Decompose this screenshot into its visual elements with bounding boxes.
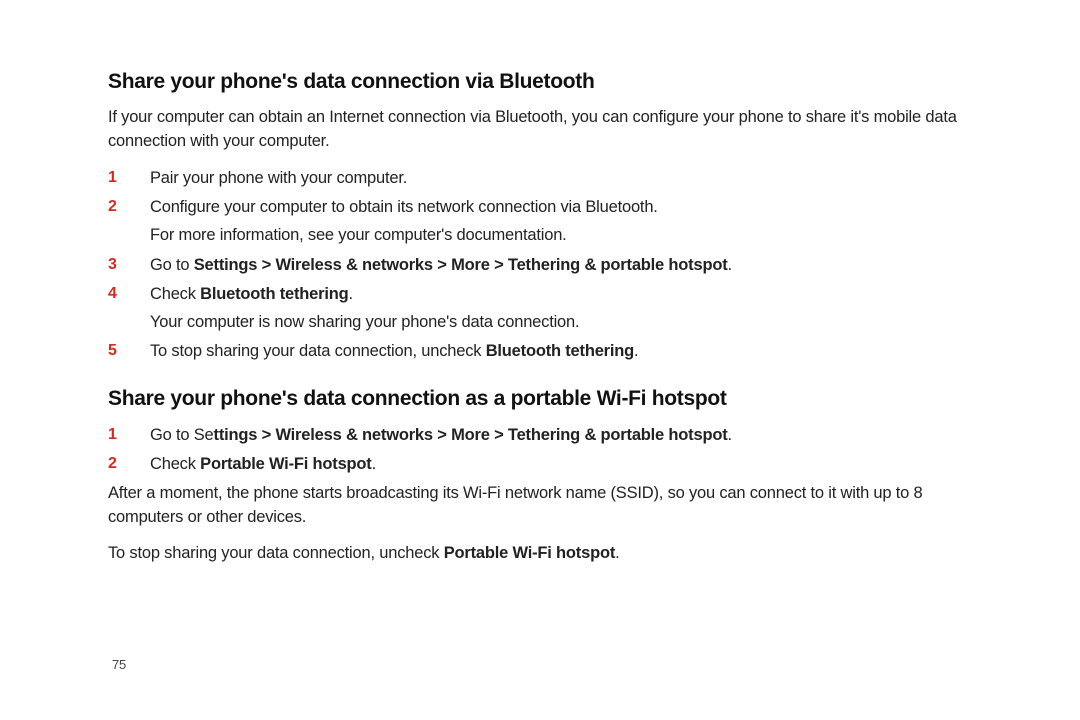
step-text: Check Portable Wi-Fi hotspot. [150,452,972,478]
section-heading-wifi-hotspot: Share your phone's data connection as a … [108,387,972,411]
section2-step1: 1 Go to Settings > Wireless & networks >… [108,423,972,449]
step-number: 1 [108,166,150,191]
step-text: Go to Settings > Wireless & networks > M… [150,253,972,279]
section1-step2: 2 Configure your computer to obtain its … [108,195,972,221]
s2-step2-bold: Portable Wi-Fi hotspot [200,455,371,473]
section2-step2: 2 Check Portable Wi-Fi hotspot. [108,452,972,478]
section1-step3: 3 Go to Settings > Wireless & networks >… [108,253,972,279]
section1-step4: 4 Check Bluetooth tethering. [108,282,972,308]
step5-pre: To stop sharing your data connection, un… [150,342,486,360]
step4-pre: Check [150,285,200,303]
step-text: Configure your computer to obtain its ne… [150,195,972,221]
s2-step1-bold: ttings > Wireless & networks > More > Te… [214,426,728,444]
step-number: 3 [108,253,150,278]
step4-bold: Bluetooth tethering [200,285,348,303]
section2-para1: After a moment, the phone starts broadca… [108,482,972,530]
s2-para2le- bold: Portable Wi-Fi hotspot [444,544,615,562]
step5-post: . [634,342,638,360]
step-number: 2 [108,452,150,477]
step-number: 5 [108,339,150,364]
step4-post: . [349,285,353,303]
section1-step4-sub: Your computer is now sharing your phone'… [108,310,972,336]
step-number: 2 [108,195,150,220]
section1-step1: 1 Pair your phone with your computer. [108,166,972,192]
s2-step2-pre: Check [150,455,200,473]
step5-bold: Bluetooth tethering [486,342,634,360]
step3-bold: Settings > Wireless & networks > More > … [194,256,728,274]
page-number: 75 [112,657,126,672]
step3-pre: Go to [150,256,194,274]
section1-step5: 5 To stop sharing your data connection, … [108,339,972,365]
section-heading-bluetooth: Share your phone's data connection via B… [108,70,972,94]
s2-step1-post: . [728,426,732,444]
section1-intro: If your computer can obtain an Internet … [108,106,972,154]
step-text: Check Bluetooth tethering. [150,282,972,308]
step-text: For more information, see your computer'… [150,223,972,249]
s2-step2-post: . [372,455,376,473]
step3-post: . [728,256,732,274]
step-text: Go to Settings > Wireless & networks > M… [150,423,972,449]
section1-step2-sub: For more information, see your computer'… [108,223,972,249]
step-text: To stop sharing your data connection, un… [150,339,972,365]
s2-step1-pre: Go to Se [150,426,214,444]
step-number: 4 [108,282,150,307]
step-text: Your computer is now sharing your phone'… [150,310,972,336]
s2-para2-post: . [615,544,619,562]
step-text: Pair your phone with your computer. [150,166,972,192]
section2-para2: To stop sharing your data connection, un… [108,542,972,566]
step-number: 1 [108,423,150,448]
s2-para2-pre: To stop sharing your data connection, un… [108,544,444,562]
